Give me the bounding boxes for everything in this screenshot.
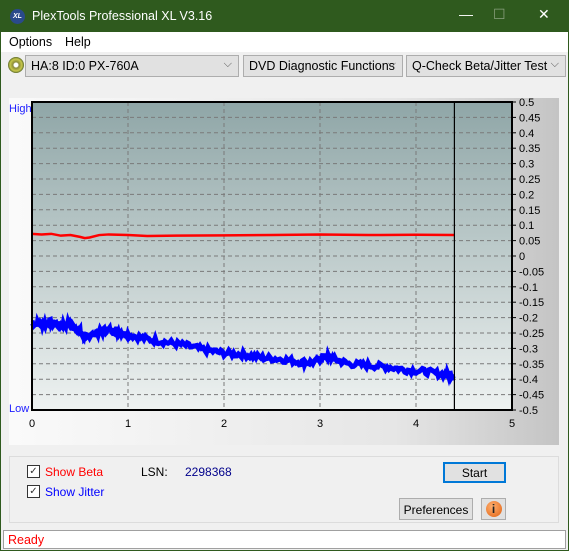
menu-bar: Options Help (1, 32, 568, 52)
toolbar: HA:8 ID:0 PX-760A ⌵ DVD Diagnostic Functi… (1, 52, 568, 80)
maximize-button[interactable]: ☐ (493, 6, 506, 23)
y-tick-label: -0.2 (519, 313, 538, 325)
menu-help[interactable]: Help (65, 35, 91, 49)
y-tick-label: -0.15 (519, 297, 544, 309)
controls-panel: ✓ Show Beta ✓ Show Jitter LSN: 2298368 S… (9, 456, 559, 523)
info-button[interactable]: i (481, 498, 506, 520)
y-tick-label: -0.4 (519, 374, 538, 386)
y-tick-label: 0.35 (519, 143, 540, 155)
y-label-low: Low (9, 403, 29, 415)
minimize-button[interactable]: — (459, 6, 473, 22)
y-tick-label: 0.2 (519, 189, 534, 201)
test-select[interactable]: Q-Check Beta/Jitter Test ⌵ (406, 55, 566, 77)
x-tick-label: 4 (413, 418, 419, 430)
lsn-label: LSN: (141, 465, 168, 479)
app-logo-icon: XL (10, 9, 25, 24)
category-select-value: DVD Diagnostic Functions (249, 59, 395, 73)
show-beta-label[interactable]: Show Beta (45, 465, 103, 479)
show-jitter-label[interactable]: Show Jitter (45, 485, 104, 499)
show-beta-checkbox[interactable]: ✓ (27, 465, 40, 478)
chevron-down-icon: ⌵ (387, 58, 396, 70)
info-icon: i (485, 501, 502, 517)
chevron-down-icon: ⌵ (223, 58, 232, 70)
y-tick-label: 0.1 (519, 220, 534, 232)
y-tick-label: 0.05 (519, 236, 540, 248)
menu-options[interactable]: Options (9, 35, 52, 49)
show-jitter-checkbox[interactable]: ✓ (27, 485, 40, 498)
lsn-value: 2298368 (185, 465, 232, 479)
title-bar: XL PlexTools Professional XL V3.16 — ☐ ✕ (1, 1, 568, 32)
close-button[interactable]: ✕ (538, 6, 550, 23)
x-tick-label: 2 (221, 418, 227, 430)
y-tick-label: 0.4 (519, 128, 534, 140)
y-tick-label: -0.25 (519, 328, 544, 340)
y-tick-label: 0.15 (519, 205, 540, 217)
test-select-value: Q-Check Beta/Jitter Test (412, 59, 548, 73)
preferences-button[interactable]: Preferences (399, 498, 473, 520)
y-tick-label: -0.45 (519, 390, 544, 402)
y-tick-label: 0.45 (519, 112, 540, 124)
beta-jitter-chart: 0 1 2 3 4 5 0.5 0.45 0.4 0.35 0.3 0.25 0.2 0.15 0.1 0.0… (9, 97, 544, 430)
y-tick-label: -0.5 (519, 405, 538, 417)
chevron-down-icon: ⌵ (550, 58, 559, 70)
disc-drive-icon (8, 57, 24, 73)
y-tick-label: -0.35 (519, 359, 544, 371)
status-bar: Ready (3, 530, 566, 549)
x-tick-label: 0 (29, 418, 35, 430)
y-label-high: High (9, 103, 32, 115)
x-tick-label: 5 (509, 418, 515, 430)
y-tick-label: 0.3 (519, 159, 534, 171)
category-select[interactable]: DVD Diagnostic Functions ⌵ (243, 55, 403, 77)
y-tick-label: -0.3 (519, 343, 538, 355)
start-button[interactable]: Start (443, 462, 506, 483)
x-tick-label: 1 (125, 418, 131, 430)
drive-select-value: HA:8 ID:0 PX-760A (31, 59, 139, 73)
y-tick-label: 0.5 (519, 98, 534, 109)
drive-select[interactable]: HA:8 ID:0 PX-760A ⌵ (25, 55, 239, 77)
y-tick-label: -0.1 (519, 282, 538, 294)
y-tick-label: 0.25 (519, 174, 540, 186)
window-title: PlexTools Professional XL V3.16 (32, 9, 213, 23)
chart-panel: 0 1 2 3 4 5 0.5 0.45 0.4 0.35 0.3 0.25 0.2 0.15 0.1 0.0… (9, 97, 559, 445)
y-tick-label: -0.05 (519, 266, 544, 278)
y-tick-label: 0 (519, 251, 525, 263)
x-tick-label: 3 (317, 418, 323, 430)
